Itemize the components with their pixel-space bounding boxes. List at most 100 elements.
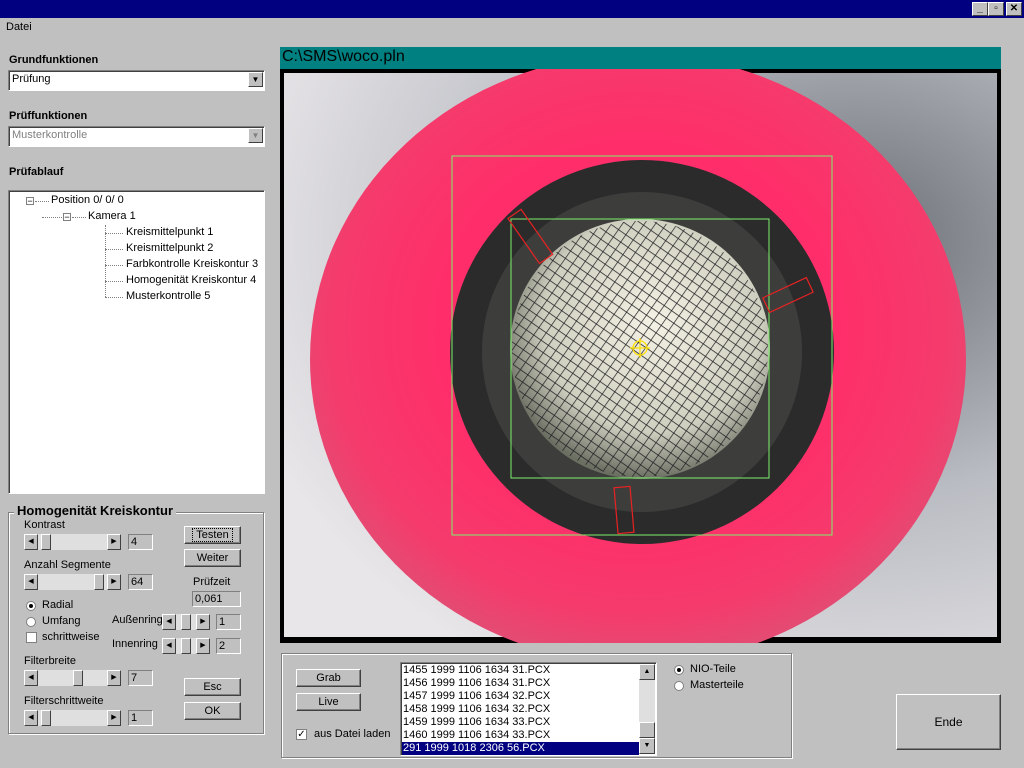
pruefablauf-label: Prüfablauf — [9, 166, 64, 178]
tree-item[interactable]: Kreismittelpunkt 1 — [126, 226, 213, 238]
arrow-right-icon[interactable]: ▶ — [107, 574, 121, 590]
kontrast-value: 4 — [128, 534, 153, 550]
aus-datei-laden-label: aus Datei laden — [314, 728, 391, 740]
live-button[interactable]: Live — [296, 693, 361, 711]
tree-item[interactable]: Homogenität Kreiskontur 4 — [126, 274, 256, 286]
tree-item-kamera[interactable]: Kamera 1 — [88, 210, 136, 222]
arrow-right-icon[interactable]: ▶ — [107, 534, 121, 550]
collapse-icon[interactable]: − — [26, 197, 34, 206]
title-bar — [0, 0, 1024, 18]
esc-button[interactable]: Esc — [184, 678, 241, 696]
slider-thumb[interactable] — [73, 670, 83, 686]
arrow-left-icon[interactable]: ◀ — [24, 670, 38, 686]
arrow-right-icon[interactable]: ▶ — [196, 638, 210, 654]
file-list[interactable]: 1455 1999 1106 1634 31.PCX 1456 1999 1106… — [400, 662, 657, 756]
restore-icon[interactable]: ▫ — [988, 2, 1004, 16]
file-list-row[interactable]: 1458 1999 1106 1634 32.PCX — [403, 703, 550, 716]
tree-item-position[interactable]: Position 0/ 0/ 0 — [51, 194, 124, 206]
umfang-radio[interactable] — [26, 617, 36, 627]
aus-datei-laden-checkbox[interactable]: ✓ — [296, 729, 307, 740]
ok-button[interactable]: OK — [184, 702, 241, 720]
arrow-right-icon[interactable]: ▶ — [107, 710, 121, 726]
kontrast-label: Kontrast — [24, 519, 65, 531]
slider-thumb[interactable] — [41, 710, 51, 726]
tree-connector — [105, 297, 123, 298]
pruefablauf-tree[interactable]: − Position 0/ 0/ 0 − Kamera 1 Kreismitte… — [8, 190, 265, 494]
arrow-right-icon[interactable]: ▶ — [107, 670, 121, 686]
arrow-left-icon[interactable]: ◀ — [24, 710, 38, 726]
filterschrittweite-slider[interactable]: ◀ ▶ — [24, 710, 121, 726]
arrow-up-icon[interactable]: ▲ — [639, 664, 655, 680]
tree-item[interactable]: Kreismittelpunkt 2 — [126, 242, 213, 254]
innenring-slider[interactable]: ◀ ▶ — [162, 638, 210, 654]
chevron-down-icon[interactable]: ▼ — [248, 128, 263, 143]
pruefzeit-value: 0,061 — [192, 591, 241, 607]
nio-teile-label: NIO-Teile — [690, 663, 736, 675]
aussenring-value: 1 — [216, 614, 241, 630]
slider-thumb[interactable] — [41, 534, 51, 550]
file-list-row[interactable]: 1455 1999 1106 1634 31.PCX — [403, 664, 550, 677]
arrow-left-icon[interactable]: ◀ — [24, 574, 38, 590]
chevron-down-icon[interactable]: ▼ — [248, 72, 263, 87]
menu-bar: Datei — [0, 18, 1024, 40]
scrollbar[interactable]: ▲ ▼ — [639, 664, 655, 754]
testen-button[interactable]: Testen — [184, 526, 241, 544]
umfang-label: Umfang — [42, 615, 81, 627]
aussenring-label: Außenring — [112, 614, 163, 626]
filterschrittweite-label: Filterschrittweite — [24, 695, 104, 707]
prueffunktionen-value: Musterkontrolle — [12, 129, 88, 141]
camera-image[interactable] — [280, 54, 1001, 664]
schrittweise-checkbox[interactable] — [26, 632, 37, 643]
arrow-right-icon[interactable]: ▶ — [196, 614, 210, 630]
tree-item[interactable]: Farbkontrolle Kreiskontur 3 — [126, 258, 258, 270]
grundfunktionen-label: Grundfunktionen — [9, 54, 99, 66]
tree-connector — [105, 281, 123, 282]
close-icon[interactable]: ✕ — [1006, 2, 1022, 16]
slider-thumb[interactable] — [181, 638, 191, 654]
file-list-items: 1455 1999 1106 1634 31.PCX 1456 1999 1106… — [401, 664, 639, 756]
schrittweise-label: schrittweise — [42, 631, 100, 643]
menu-datei[interactable]: Datei — [6, 21, 32, 33]
arrow-left-icon[interactable]: ◀ — [24, 534, 38, 550]
arrow-down-icon[interactable]: ▼ — [639, 738, 655, 754]
ende-button[interactable]: Ende — [896, 694, 1001, 750]
anzahl-segmente-value: 64 — [128, 574, 153, 590]
filterbreite-slider[interactable]: ◀ ▶ — [24, 670, 121, 686]
file-list-row[interactable]: 1457 1999 1106 1634 32.PCX — [403, 690, 550, 703]
slider-thumb[interactable] — [181, 614, 191, 630]
filterbreite-label: Filterbreite — [24, 655, 76, 667]
kontrast-slider[interactable]: ◀ ▶ — [24, 534, 121, 550]
nio-teile-radio[interactable] — [674, 665, 684, 675]
file-list-row[interactable]: 1459 1999 1106 1634 33.PCX — [403, 716, 550, 729]
anzahl-segmente-slider[interactable]: ◀ ▶ — [24, 574, 121, 590]
collapse-icon[interactable]: − — [63, 213, 71, 222]
camera-image-svg — [284, 54, 997, 664]
tree-connector — [105, 225, 106, 297]
grundfunktionen-select[interactable]: Prüfung ▼ — [8, 70, 265, 91]
masterteile-radio[interactable] — [674, 681, 684, 691]
minimize-icon[interactable]: _ — [972, 2, 988, 16]
tree-item[interactable]: Musterkontrolle 5 — [126, 290, 210, 302]
prueffunktionen-select[interactable]: Musterkontrolle ▼ — [8, 126, 265, 147]
file-list-row[interactable]: 1460 1999 1106 1634 33.PCX — [403, 729, 550, 742]
innenring-label: Innenring — [112, 638, 158, 650]
slider-thumb[interactable] — [94, 574, 104, 590]
grundfunktionen-value: Prüfung — [12, 73, 51, 85]
arrow-left-icon[interactable]: ◀ — [162, 614, 176, 630]
file-list-row[interactable]: 291 1999 1018 2306 56.PCX — [402, 742, 639, 755]
scrollbar-thumb[interactable] — [639, 722, 655, 738]
file-list-row[interactable]: 1456 1999 1106 1634 31.PCX — [403, 677, 550, 690]
radial-label: Radial — [42, 599, 74, 611]
radial-radio[interactable] — [26, 601, 36, 611]
anzahl-segmente-label: Anzahl Segmente — [24, 559, 111, 571]
aussenring-slider[interactable]: ◀ ▶ — [162, 614, 210, 630]
tree-connector — [42, 217, 62, 218]
grab-button[interactable]: Grab — [296, 669, 361, 687]
masterteile-label: Masterteile — [690, 679, 744, 691]
tree-connector — [72, 217, 86, 218]
weiter-button[interactable]: Weiter — [184, 549, 241, 567]
tree-connector — [105, 249, 123, 250]
arrow-left-icon[interactable]: ◀ — [162, 638, 176, 654]
innenring-value: 2 — [216, 638, 241, 654]
filterbreite-value: 7 — [128, 670, 153, 686]
